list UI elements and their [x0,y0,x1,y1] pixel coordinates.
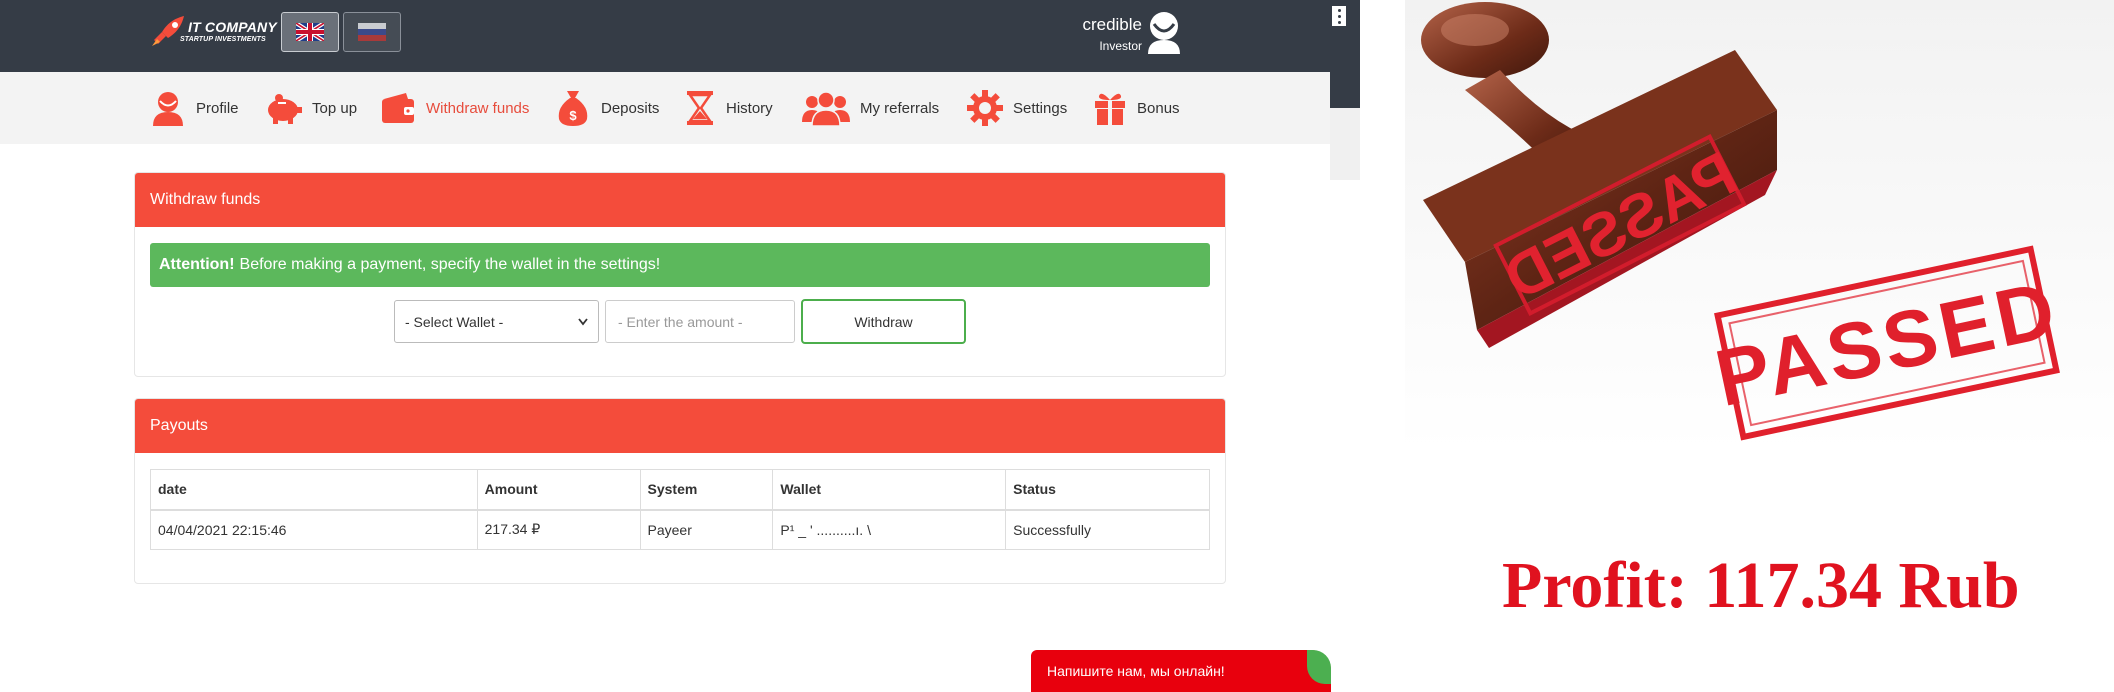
panel-title: Payouts [135,399,1225,453]
cell-wallet: P¹ _ ' ..........ı. \ [772,509,1007,550]
table-row: 04/04/2021 22:15:46 217.34 ₽ Payeer P¹ _… [150,509,1210,550]
nav-label: Bonus [1137,99,1180,117]
column-header: Wallet [772,469,1007,511]
rubber-stamp-illustration: PASSED PASSED [1405,0,2114,452]
ru-flag-icon [358,23,386,41]
withdraw-panel: Withdraw funds Attention! Before making … [134,172,1226,377]
chat-status-icon [1307,650,1331,684]
hourglass-icon [687,91,713,125]
nav-top-up[interactable]: Top up [264,86,357,130]
company-tagline: STARTUP INVESTMENTS [180,36,266,43]
nav-label: Profile [196,99,239,117]
withdraw-button[interactable]: Withdraw [801,299,966,344]
avatar-icon [1148,12,1180,54]
payouts-table: date Amount System Wallet Status 04/04/2… [150,469,1210,550]
column-header: date [150,469,478,511]
image-edge [1398,495,1428,692]
column-header: Status [1005,469,1210,511]
more-options-icon[interactable] [1332,6,1346,26]
company-logo[interactable]: IT COMPANY STARTUP INVESTMENTS [150,14,280,50]
nav-label: Top up [312,99,358,117]
alert-text: Before making a payment, specify the wal… [239,256,661,273]
nav-deposits[interactable]: $ Deposits [555,86,659,130]
user-name: credible [1082,15,1142,34]
column-header: System [639,469,774,511]
nav-profile[interactable]: Profile [150,86,239,130]
screenshot: IT COMPANY STARTUP INVESTMENTS credible … [0,0,2114,692]
cell-date: 04/04/2021 22:15:46 [150,509,478,550]
profit-caption: Profit: 117.34 Rub [1502,549,2020,622]
nav-label: Withdraw funds [426,99,530,117]
gear-icon [967,90,1003,126]
panel-title: Withdraw funds [135,173,1225,227]
cell-amount: 217.34 ₽ [476,509,641,550]
passed-stamp-image: PASSED PASSED Profit: 117.34 Rub [1398,0,2114,692]
top-bar: IT COMPANY STARTUP INVESTMENTS credible … [0,0,1330,72]
group-icon [802,91,850,126]
column-header: Amount [476,469,641,511]
nav-label: Deposits [601,99,660,117]
chat-label: Напишите нам, мы онлайн! [1047,663,1225,679]
nav-label: Settings [1013,99,1068,117]
uk-flag-icon [296,23,324,41]
piggy-bank-icon [268,94,302,124]
nav-label: History [726,99,773,117]
chat-widget[interactable]: Напишите нам, мы онлайн! [1031,650,1331,692]
cell-status: Successfully [1005,509,1210,550]
gift-icon [1095,93,1125,125]
scrollbar-area [1330,108,1360,180]
alert-strong: Attention! [159,256,235,273]
payouts-panel: Payouts date Amount System Wallet Status [134,398,1226,584]
table-header-row: date Amount System Wallet Status [150,469,1210,511]
investment-site: IT COMPANY STARTUP INVESTMENTS credible … [0,0,1360,692]
nav-history[interactable]: History [684,86,773,130]
language-ru-button[interactable] [343,12,401,52]
nav-label: My referrals [860,99,940,117]
svg-text:$: $ [569,108,577,123]
nav-bonus[interactable]: Bonus [1093,86,1180,130]
language-en-button[interactable] [281,12,339,52]
nav-withdraw-funds[interactable]: Withdraw funds [380,86,529,130]
cell-system: Payeer [639,509,774,550]
amount-input[interactable] [605,300,795,343]
wallet-select[interactable]: - Select Wallet - [394,300,599,343]
nav-settings[interactable]: Settings [967,86,1067,130]
user-menu[interactable]: credible Investor [1070,12,1180,56]
attention-alert: Attention! Before making a payment, spec… [150,243,1210,287]
nav-my-referrals[interactable]: My referrals [802,86,939,130]
wallet-icon [382,93,414,123]
money-bag-icon: $ [558,91,588,126]
chevron-down-icon [578,317,588,325]
company-name: IT COMPANY [188,19,277,35]
main-nav: Profile Top up Withdraw funds $ Deposits… [0,72,1330,144]
user-icon [153,92,183,126]
user-role: Investor [1099,39,1142,53]
wallet-select-value: - Select Wallet - [405,313,504,330]
